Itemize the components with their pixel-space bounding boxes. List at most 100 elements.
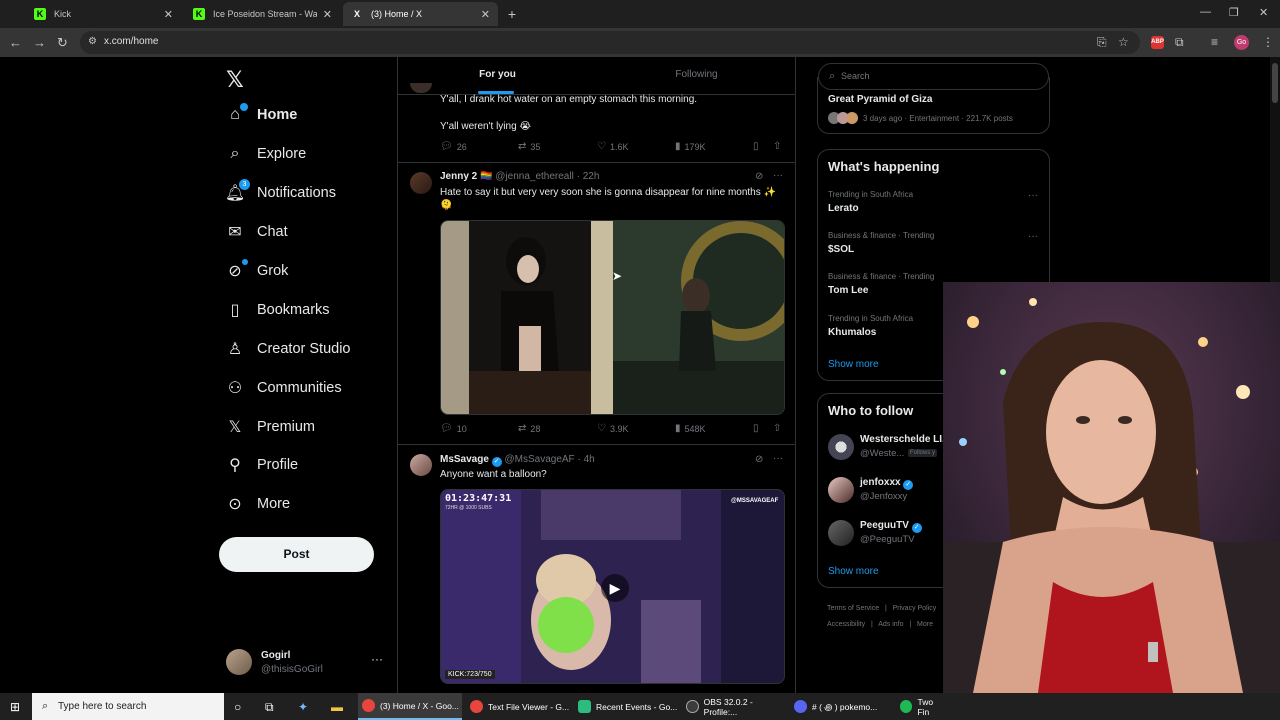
reply-button[interactable]: 💬︎ 26 xyxy=(440,141,467,152)
nav-profile[interactable]: ⚲ Profile xyxy=(226,451,298,479)
play-icon[interactable]: ▶ xyxy=(601,574,629,602)
address-bar[interactable]: ⚙ x.com/home xyxy=(80,31,1140,54)
avatar[interactable] xyxy=(410,172,432,194)
nav-chat[interactable]: ✉ Chat xyxy=(226,218,287,246)
media-controls-icon[interactable]: ≡ xyxy=(1211,35,1218,49)
browser-tab-kick[interactable]: K Kick ✕ xyxy=(26,2,181,26)
show-more-link[interactable]: Show more xyxy=(828,566,879,577)
footer-link[interactable]: Ads info xyxy=(878,621,903,628)
share-button[interactable]: ⇧ xyxy=(773,423,785,434)
restore-icon[interactable]: ❐ xyxy=(1229,6,1239,19)
profile-avatar[interactable]: Go xyxy=(1234,35,1249,50)
trend-name[interactable]: Lerato xyxy=(828,203,859,214)
menu-icon[interactable]: ⋮ xyxy=(1262,35,1274,49)
nav-bookmarks[interactable]: ▯ Bookmarks xyxy=(226,296,330,324)
nav-notifications[interactable]: 🔔︎ 3 Notifications xyxy=(225,179,336,207)
adblock-extension-icon[interactable]: ABP xyxy=(1151,36,1164,49)
trend-name[interactable]: Tom Lee xyxy=(828,285,868,296)
nav-creator-studio[interactable]: ♙ Creator Studio xyxy=(226,335,351,363)
taskbar-app-text-viewer[interactable]: Text File Viewer - G... xyxy=(466,693,570,720)
taskbar-app-recent-events[interactable]: Recent Events - Go... xyxy=(574,693,678,720)
more-dots-icon[interactable]: ··· xyxy=(773,170,783,181)
post-button[interactable]: Post xyxy=(219,537,374,572)
cortana-icon[interactable]: ○ xyxy=(234,700,241,714)
avatar[interactable] xyxy=(828,520,854,546)
author-handle[interactable]: @jenna_ethereall xyxy=(495,171,574,182)
task-view-icon[interactable]: ⧉ xyxy=(265,700,274,715)
windows-start-icon[interactable]: ⊞ xyxy=(10,700,20,714)
copilot-icon[interactable]: ✦ xyxy=(298,700,308,714)
footer-link[interactable]: Privacy Policy xyxy=(893,605,937,612)
tweet-image[interactable] xyxy=(440,220,785,415)
nav-explore[interactable]: ⌕ Explore xyxy=(226,140,307,168)
taskbar-app-obs[interactable]: OBS 32.0.2 - Profile:... xyxy=(682,693,786,720)
share-button[interactable]: ⇧ xyxy=(773,141,785,152)
avatar-stack xyxy=(828,112,858,124)
taskbar-search-input[interactable]: ⌕ Type here to search xyxy=(32,693,224,720)
grok-icon[interactable]: ⊘ xyxy=(755,171,763,182)
author-name[interactable]: Jenny 2 🏳️‍🌈 xyxy=(440,171,492,182)
x-logo-icon[interactable]: 𝕏 xyxy=(226,67,244,93)
tweet-video[interactable]: 01:23:47:31 72HR @ 1000 SUBS @MSSAVAGEAF… xyxy=(440,489,785,684)
window-close-icon[interactable]: ✕ xyxy=(1259,6,1268,19)
like-button[interactable]: ♡ 3.9K xyxy=(597,423,628,434)
site-info-icon[interactable]: ⚙ xyxy=(88,36,97,47)
close-icon[interactable]: ✕ xyxy=(323,8,332,21)
nav-communities[interactable]: ⚇ Communities xyxy=(226,374,342,402)
footer-link[interactable]: Accessibility xyxy=(827,621,865,628)
avatar[interactable] xyxy=(828,434,854,460)
nav-grok[interactable]: ⊘ Grok xyxy=(226,257,288,285)
more-dots-icon[interactable]: ··· xyxy=(1028,190,1038,201)
new-tab-button[interactable]: + xyxy=(503,5,521,23)
tab-following[interactable]: Following xyxy=(597,57,796,94)
scrollbar-thumb[interactable] xyxy=(1272,63,1278,103)
nav-label: Grok xyxy=(257,263,289,279)
follow-name[interactable]: jenfoxxx ✓ xyxy=(860,477,914,490)
show-more-link[interactable]: Show more xyxy=(828,359,879,370)
trend-card[interactable]: Great Pyramid of Giza 3 days ago · Enter… xyxy=(817,77,1050,134)
extensions-icon[interactable]: ⧉ xyxy=(1175,35,1184,50)
follow-name[interactable]: Westerschelde LI... xyxy=(860,434,950,445)
more-dots-icon[interactable]: ··· xyxy=(773,453,783,464)
taskbar-app-chrome-x[interactable]: (3) Home / X - Goo... xyxy=(358,693,462,720)
back-icon[interactable]: ← xyxy=(9,35,22,50)
bookmark-button[interactable]: ▯ xyxy=(753,423,763,434)
nav-more[interactable]: ⊙ More xyxy=(226,490,290,518)
browser-tab-ice-poseidon[interactable]: K Ice Poseidon Stream - Watch Li ✕ xyxy=(185,2,340,26)
author-name[interactable]: MsSavage xyxy=(440,454,489,465)
install-app-icon[interactable]: ⎘ xyxy=(1097,35,1107,50)
views-button[interactable]: ▮ 179K xyxy=(675,141,706,152)
reload-icon[interactable]: ↻ xyxy=(57,35,68,51)
nav-premium[interactable]: 𝕏 Premium xyxy=(226,413,315,441)
account-switcher[interactable]: Gogirl @thisisGoGirl ··· xyxy=(226,647,386,679)
avatar[interactable] xyxy=(410,454,432,476)
follow-name[interactable]: PeeguuTV ✓ xyxy=(860,520,922,533)
forward-icon[interactable]: → xyxy=(33,35,46,50)
avatar[interactable] xyxy=(828,477,854,503)
nav-home[interactable]: ⌂ Home xyxy=(226,101,297,129)
taskbar-app-discord[interactable]: # ( ꩜ ) pokemo... xyxy=(790,693,894,720)
footer-link[interactable]: Terms of Service xyxy=(827,605,879,612)
minimize-icon[interactable]: — xyxy=(1200,6,1211,18)
views-button[interactable]: ▮ 548K xyxy=(675,423,706,434)
trend-name[interactable]: Khumalos xyxy=(828,327,876,338)
bookmark-button[interactable]: ▯ xyxy=(753,141,763,152)
browser-tab-x-home[interactable]: X (3) Home / X ✕ xyxy=(343,2,498,26)
taskbar-app-spotify[interactable]: Two Fin xyxy=(896,693,946,720)
author-handle[interactable]: @MsSavageAF xyxy=(504,454,574,465)
close-icon[interactable]: ✕ xyxy=(164,8,173,21)
footer-link[interactable]: More xyxy=(917,621,933,628)
file-explorer-icon[interactable]: ▬ xyxy=(331,700,343,714)
bookmark-star-icon[interactable]: ☆ xyxy=(1118,35,1129,49)
repost-count: 35 xyxy=(530,141,541,152)
close-icon[interactable]: ✕ xyxy=(481,8,490,21)
repost-button[interactable]: ⇄ 35 xyxy=(518,141,540,152)
repost-button[interactable]: ⇄ 28 xyxy=(518,423,540,434)
more-dots-icon[interactable]: ··· xyxy=(1028,231,1038,242)
like-button[interactable]: ♡ 1.6K xyxy=(597,141,628,152)
tweet-time[interactable]: 4h xyxy=(584,454,595,465)
tweet-time[interactable]: 22h xyxy=(583,171,600,182)
trend-name[interactable]: $SOL xyxy=(828,244,854,255)
reply-button[interactable]: 💬︎ 10 xyxy=(440,423,467,434)
grok-icon[interactable]: ⊘ xyxy=(755,454,763,465)
